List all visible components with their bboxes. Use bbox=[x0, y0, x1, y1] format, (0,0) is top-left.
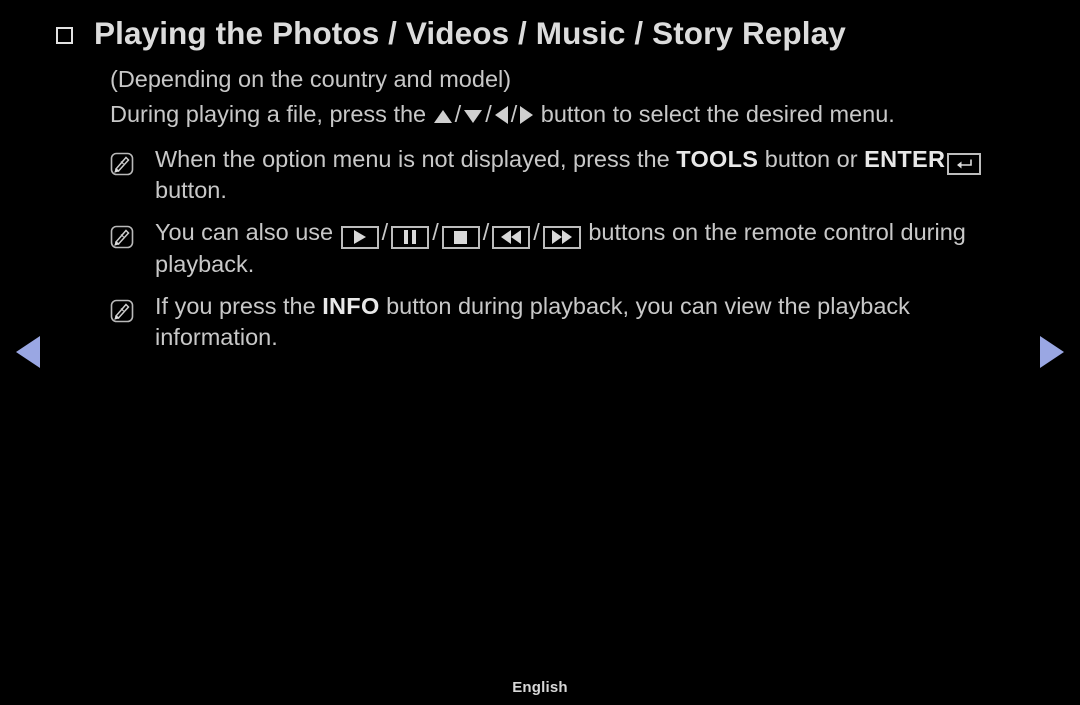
note-item: If you press the INFO button during play… bbox=[110, 291, 1080, 353]
enter-key-icon bbox=[947, 153, 982, 176]
fast-forward-icon bbox=[542, 225, 581, 249]
page-header: Playing the Photos / Videos / Music / St… bbox=[0, 0, 1080, 53]
tools-button-label: TOOLS bbox=[676, 146, 759, 173]
note-2-seg-0: You can also use bbox=[155, 219, 340, 246]
page-title: Playing the Photos / Videos / Music / St… bbox=[94, 15, 846, 51]
slash-separator: / bbox=[485, 101, 492, 128]
note-text: When the option menu is not displayed, p… bbox=[155, 144, 1035, 206]
note-item: You can also use / / / / buttons on the rem… bbox=[110, 217, 1080, 280]
note-pencil-icon bbox=[110, 299, 134, 323]
previous-page-arrow[interactable] bbox=[16, 336, 40, 368]
direction-key-group: / / / bbox=[433, 101, 541, 127]
language-footer: English bbox=[512, 679, 568, 696]
page-body: (Depending on the country and model) Dur… bbox=[0, 53, 1080, 353]
slash-separator: / bbox=[510, 101, 518, 128]
slash-separator: / bbox=[533, 219, 540, 246]
note-3-seg-0: If you press the bbox=[155, 293, 323, 320]
info-button-label: INFO bbox=[322, 293, 380, 320]
intro-line-direction-suffix: button to select the desired menu. bbox=[540, 101, 895, 128]
stop-icon bbox=[441, 226, 480, 250]
square-bullet-icon bbox=[56, 27, 73, 44]
slash-separator: / bbox=[432, 219, 439, 246]
intro-line-direction-prefix: During playing a file, press the bbox=[110, 101, 427, 128]
arrow-left-icon bbox=[494, 106, 508, 125]
slash-separator: / bbox=[454, 101, 462, 128]
arrow-up-icon bbox=[433, 110, 452, 124]
next-page-arrow[interactable] bbox=[1040, 336, 1064, 368]
note-1-seg-0: When the option menu is not displayed, p… bbox=[155, 146, 677, 173]
note-pencil-icon bbox=[110, 225, 134, 249]
note-text: You can also use / / / / buttons on the rem… bbox=[155, 217, 1035, 280]
note-1-seg-5: button. bbox=[155, 177, 227, 204]
manual-page: Playing the Photos / Videos / Music / St… bbox=[0, 0, 1080, 705]
note-1-seg-2: button or bbox=[758, 146, 865, 173]
note-text: If you press the INFO button during play… bbox=[155, 291, 1035, 353]
intro-line-direction: During playing a file, press the / / / but… bbox=[110, 96, 1080, 133]
note-pencil-icon bbox=[110, 152, 134, 176]
slash-separator: / bbox=[482, 219, 490, 246]
play-icon bbox=[340, 225, 379, 249]
enter-button-label: ENTER bbox=[864, 146, 946, 173]
note-item: When the option menu is not displayed, p… bbox=[110, 144, 1080, 206]
arrow-down-icon bbox=[464, 110, 483, 124]
arrow-right-icon bbox=[520, 106, 534, 125]
intro-line-country-model: (Depending on the country and model) bbox=[110, 66, 512, 93]
pause-icon bbox=[391, 225, 430, 249]
slash-separator: / bbox=[381, 219, 389, 246]
rewind-icon bbox=[492, 225, 531, 249]
